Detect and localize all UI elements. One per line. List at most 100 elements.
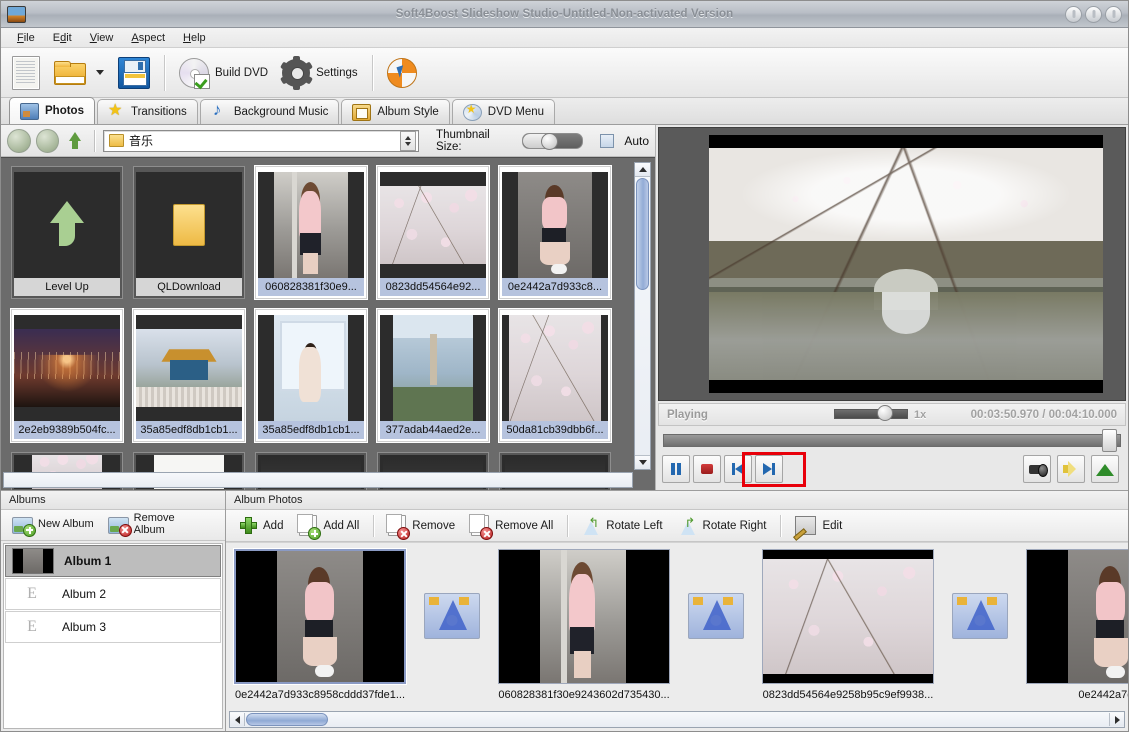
browser-item-photo[interactable]: 35a85edf8db1cb1... [255,309,367,442]
browser-vertical-scrollbar[interactable] [634,162,651,470]
preview-pane: anxz Playing 1x 00:03:50.970 / 00:04:10.… [656,125,1128,490]
back-globe-icon[interactable] [7,128,31,153]
filmstrip-thumbnail[interactable] [1026,549,1128,684]
seek-bar[interactable] [658,429,1126,452]
minimize-button[interactable] [1065,5,1082,23]
music-note-icon [211,100,228,120]
album-item[interactable]: E Album 3 [5,611,221,643]
add-all-button[interactable]: Add All [291,511,367,540]
menu-help[interactable]: Help [175,30,214,46]
scroll-right-arrow-icon[interactable] [1109,713,1124,726]
build-dvd-button[interactable]: Build DVD [172,54,275,92]
scroll-up-arrow-icon[interactable] [635,163,650,177]
browser-item-photo[interactable]: 0823dd54564e92... [377,166,489,299]
filmstrip-item[interactable]: 0e2442a7d933c8958cddd37fde1... [232,549,408,701]
remove-button[interactable]: Remove [380,511,463,540]
stop-button[interactable] [693,455,721,483]
scrollbar-thumb[interactable] [636,178,649,290]
transition-icon[interactable] [952,593,1008,639]
transition-icon[interactable] [424,593,480,639]
cursor-help-icon [386,57,417,88]
transition-icon[interactable] [688,593,744,639]
volume-button[interactable] [1057,455,1085,483]
new-project-button[interactable] [5,52,47,94]
filmstrip-thumbnail[interactable] [234,549,406,684]
browser-item-caption: 50da81cb39dbb6f... [502,421,608,439]
menu-edit[interactable]: Edit [45,30,80,46]
tab-background-music[interactable]: Background Music [199,99,340,124]
browser-item-folder[interactable]: QLDownload [133,166,245,299]
tab-photos[interactable]: Photos [9,97,95,124]
albums-header: Albums [1,491,225,510]
dvd-disc-icon [179,57,210,89]
speed-slider-knob[interactable] [877,405,893,421]
open-project-button[interactable] [47,57,111,89]
seek-knob[interactable] [1102,429,1117,452]
browser-item-photo[interactable]: 2e2eb9389b504fc... [11,309,123,442]
window-controls [1065,5,1122,23]
album-item[interactable]: E Album 2 [5,578,221,610]
scroll-left-arrow-icon[interactable] [230,713,245,726]
chevron-down-icon[interactable] [96,70,104,75]
new-album-button[interactable]: New Album [5,514,101,537]
speed-slider[interactable] [834,409,908,419]
maximize-button[interactable] [1085,5,1102,23]
browser-item-photo[interactable]: 377adab44aed2e... [377,309,489,442]
path-spinner[interactable] [400,130,417,151]
menu-file[interactable]: FFileile [9,30,43,46]
browser-item-caption: 35a85edf8db1cb1... [258,421,364,439]
browser-horizontal-scrollbar[interactable] [3,472,633,488]
rotate-left-button[interactable]: ↰ Rotate Left [574,513,670,539]
close-button[interactable] [1105,5,1122,23]
album-item[interactable]: Album 1 [5,545,221,577]
albums-toolbar: New Album Remove Album [1,510,225,541]
scrollbar-thumb[interactable] [246,713,328,726]
photo-thumb [14,315,120,421]
title-bar: Soft4Boost Slideshow Studio-Untitled-Non… [1,1,1128,28]
thumbnail-browser[interactable]: Level Up QLDownload 060828381f30e9... 08… [1,157,655,490]
filmstrip-horizontal-scrollbar[interactable] [229,711,1125,728]
browser-item-photo[interactable]: 0e2442a7d933c8... [499,166,611,299]
preview-video-area[interactable]: anxz [658,127,1126,401]
remove-album-button[interactable]: Remove Album [101,510,182,539]
tab-album-style[interactable]: Album Style [341,99,450,124]
path-combobox[interactable]: 音乐 [103,129,420,152]
rotate-right-button[interactable]: ↱ Rotate Right [671,513,775,539]
browser-item-level-up[interactable]: Level Up [11,166,123,299]
browser-item-photo[interactable]: 50da81cb39dbb6f... [499,309,611,442]
albums-list[interactable]: Album 1 E Album 2 E Album 3 [3,543,223,729]
add-button[interactable]: Add [232,513,291,538]
level-up-thumb [14,172,120,278]
pause-button[interactable] [662,455,690,483]
tab-transitions[interactable]: Transitions [96,99,198,124]
menu-view[interactable]: View [82,30,122,46]
filmstrip-item[interactable]: 0823dd54564e9258b95c9ef9938... [760,549,936,701]
tab-background-music-label: Background Music [233,106,329,118]
album-photos-pane: Album Photos Add Add All Remove Remove A… [226,491,1128,731]
settings-button[interactable]: Settings [275,55,365,91]
thumbnail-grid: Level Up QLDownload 060828381f30e9... 08… [11,166,631,490]
filmstrip-thumbnail[interactable] [498,549,670,684]
tab-dvd-menu[interactable]: DVD Menu [451,99,556,124]
menu-aspect[interactable]: Aspect [123,30,173,46]
save-project-button[interactable] [111,53,157,93]
level-up-arrow-icon[interactable] [64,130,86,152]
browser-item-photo[interactable]: 060828381f30e9... [255,166,367,299]
filmstrip-item[interactable]: 060828381f30e9243602d735430... [496,549,672,701]
filmstrip[interactable]: 0e2442a7d933c8958cddd37fde1... 060828381… [226,542,1128,731]
help-cursor-button[interactable] [380,54,424,92]
filmstrip-item[interactable]: 0e2442a7d93 [1024,549,1128,701]
auto-checkbox[interactable] [600,133,615,148]
browser-item-photo[interactable]: 35a85edf8db1cb1... [133,309,245,442]
forward-globe-icon[interactable] [35,128,60,153]
filmstrip-thumbnail[interactable] [762,549,934,684]
edit-button[interactable]: Edit [787,512,850,539]
volume-up-button[interactable] [1091,455,1119,483]
seek-track[interactable] [663,434,1121,447]
browser-item-caption: 35a85edf8db1cb1... [136,421,242,439]
rotate-left-label: Rotate Left [606,519,663,532]
thumbnail-size-slider[interactable] [522,132,584,150]
scroll-down-arrow-icon[interactable] [635,455,650,469]
snapshot-button[interactable] [1023,455,1051,483]
remove-all-button[interactable]: Remove All [463,511,561,540]
